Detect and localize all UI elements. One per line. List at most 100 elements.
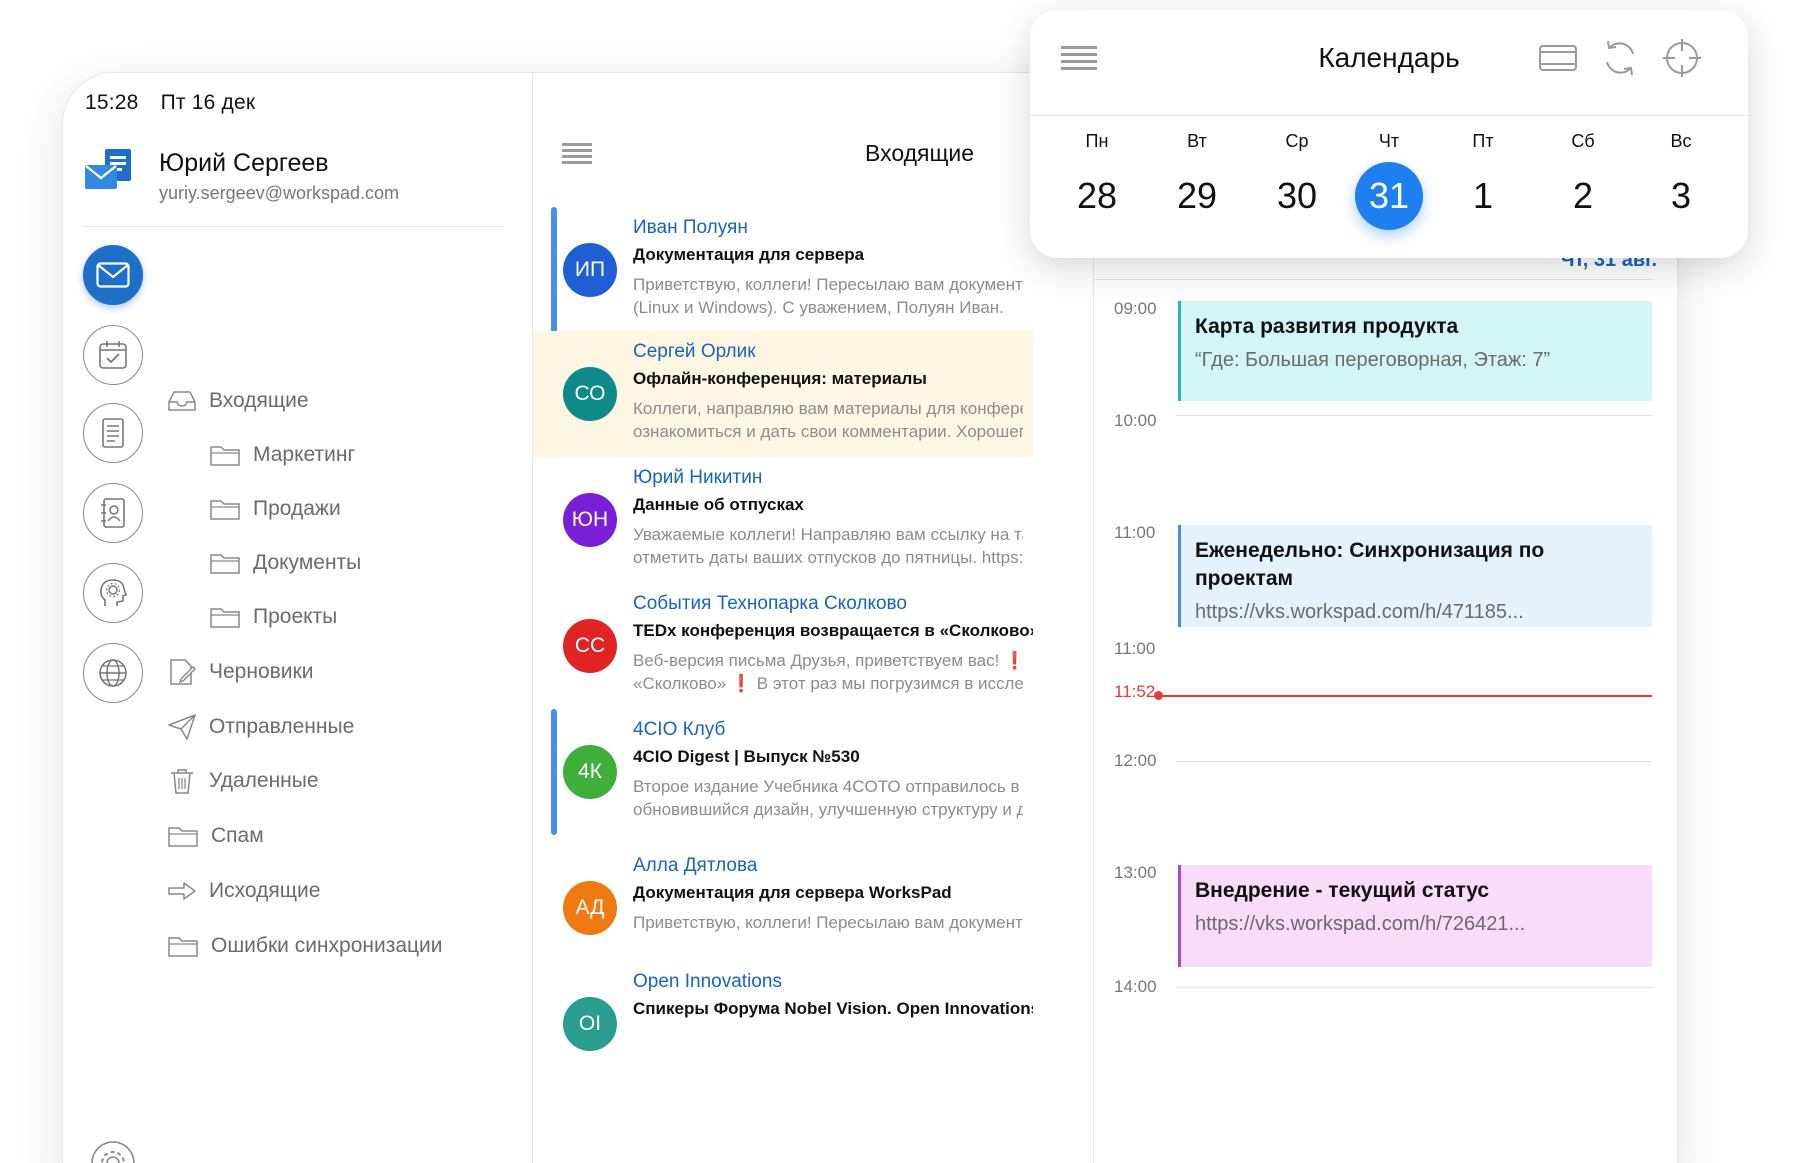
settings-gear-icon[interactable] [89,1139,137,1163]
sidebar: Юрий Сергеев yuriy.sergeev@workspad.com [63,73,533,1163]
notes-rail-button[interactable] [83,403,143,463]
folder-label: Отправленные [209,715,355,738]
calendar-title: Календарь [1318,42,1460,73]
mail-item[interactable]: ЮН Юрий Никитин Данные об отпусках Уважа… [533,457,1033,583]
folder-outbox[interactable]: Исходящие [167,871,320,911]
settings-head-rail-button[interactable] [83,563,143,623]
mail-item[interactable]: ИП Иван Полуян Документация для сервера … [533,207,1033,333]
calendar-event[interactable]: Внедрение - текущий статус https://vks.w… [1178,865,1652,967]
avatar: ИП [563,243,617,297]
folder-projects[interactable]: Проекты [209,597,337,637]
account-name: Юрий Сергеев [159,149,329,177]
mail-item[interactable]: OI Open Innovations Спикеры Форума Nobel… [533,961,1033,1087]
folder-label: Спам [211,824,264,847]
avatar: ЮН [563,493,617,547]
folder-icon [168,937,198,957]
menu-icon[interactable] [561,141,593,165]
folder-label: Проекты [253,605,338,628]
hour-label: 13:00 [1114,863,1157,882]
outbox-arrow-icon [168,882,196,900]
folder-spam[interactable]: Спам [167,816,264,856]
mail-item[interactable]: СС События Технопарка Сколково TEDx конф… [533,583,1033,709]
mail-preview-line: Коллеги, направляю вам материалы для кон… [633,399,1023,418]
calendar-header: Календарь [1030,10,1748,116]
web-rail-button[interactable] [83,643,143,703]
folder-sent[interactable]: Отправленные [167,707,354,747]
mail-subject: Спикеры Форума Nobel Vision. Open Innova… [633,999,1033,1018]
globe-icon [99,659,127,687]
mail-preview: Второе издание Учебника 4CОТО отправилос… [633,775,1023,821]
day-cell[interactable]: Пт 1 [1438,128,1528,230]
mail-list-pane: Входящие ИП Иван Полуян Документация для… [533,73,1033,1163]
calendar-event[interactable]: Карта развития продукта “Где: Большая пе… [1178,301,1652,401]
avatar: СС [563,619,617,673]
folder-icon [210,554,240,574]
day-cell[interactable]: Вс 3 [1636,128,1726,230]
mail-from: Юрий Никитин [633,467,763,488]
folder-sales[interactable]: Продажи [209,489,341,529]
mail-subject: Офлайн-конференция: материалы [633,369,927,388]
folder-inbox[interactable]: Входящие [167,381,309,421]
day-number: 30 [1276,175,1318,216]
contacts-icon [101,498,125,528]
day-number: 31 [1355,162,1423,230]
document-icon [102,418,124,448]
mail-from: Иван Полуян [633,217,748,238]
mail-item[interactable]: АД Алла Дятлова Документация для сервера… [533,845,1033,971]
account-email: yuriy.sergeev@workspad.com [159,183,400,203]
mail-item[interactable]: СО Сергей Орлик Офлайн-конференция: мате… [533,331,1033,457]
mail-preview-line: «Сколково» ❗ В этот раз мы погрузимся в … [633,674,1023,693]
tasks-rail-button[interactable] [83,325,143,385]
day-cell[interactable]: Сб 2 [1538,128,1628,230]
folder-label: Исходящие [209,879,321,902]
hour-label: 11:00 [1114,639,1156,658]
mail-preview: Веб-версия письма Друзья, приветствуем в… [633,649,1023,695]
day-cell[interactable]: Пн 28 [1052,128,1142,230]
contacts-rail-button[interactable] [83,483,143,543]
workspad-logo-icon [85,149,131,189]
event-detail: https://vks.workspad.com/h/726421... [1195,913,1526,935]
mail-item[interactable]: 4К 4CIO Клуб 4CIO Digest | Выпуск №530 В… [533,709,1033,835]
hour-label: 11:00 [1114,523,1156,542]
folder-label: Маркетинг [253,443,356,466]
day-number: 28 [1076,175,1118,216]
today-crosshair-icon[interactable] [1662,38,1702,78]
mail-preview-line: Приветствую, коллеги! Пересылаю вам доку… [633,275,1023,294]
mail-preview-line: (Linux и Windows). С уважением, Полуян И… [633,298,1004,317]
mail-subject: Документация для сервера [633,245,865,264]
folder-marketing[interactable]: Маркетинг [209,435,355,475]
account-header[interactable]: Юрий Сергеев yuriy.sergeev@workspad.com [83,135,503,227]
mail-rail-button[interactable] [83,245,143,305]
event-title: Внедрение - текущий статус [1195,879,1490,902]
calendar-event[interactable]: Еженедельно: Синхронизация по проектам h… [1178,525,1652,627]
day-cell-selected[interactable]: Чт 31 [1344,128,1434,230]
hour-line [1176,987,1652,988]
folder-icon [210,608,240,628]
folder-label: Продажи [253,497,341,520]
hour-line [1176,415,1652,416]
day-number: 2 [1572,175,1594,216]
folder-icon [210,500,240,520]
folder-label: Входящие [209,389,309,412]
send-icon [168,714,196,740]
day-cell[interactable]: Ср 30 [1252,128,1342,230]
day-cell[interactable]: Вт 29 [1152,128,1242,230]
folder-trash[interactable]: Удаленные [167,761,319,801]
folder-label: Удаленные [209,769,319,792]
current-time-label: 11:52 [1114,682,1156,701]
inbox-icon [168,391,196,411]
folder-sync-errors[interactable]: Ошибки синхронизации [167,926,443,966]
sync-icon[interactable] [1600,38,1640,78]
mail-list-title: Входящие [865,140,975,166]
folder-documents[interactable]: Документы [209,543,361,583]
draft-icon [170,659,196,685]
folder-drafts[interactable]: Черновики [167,652,313,692]
day-name: Сб [1571,131,1595,151]
current-time-dot [1154,691,1163,700]
mail-preview: Приветствую, коллеги! Пересылаю вам доку… [633,273,1023,319]
day-name: Вс [1670,131,1692,151]
view-mode-icon[interactable] [1538,38,1578,78]
event-title: Карта развития продукта [1195,315,1459,338]
day-name: Пт [1472,131,1494,151]
mail-preview-line: отметить даты ваших отпусков до пятницы.… [633,548,1023,567]
